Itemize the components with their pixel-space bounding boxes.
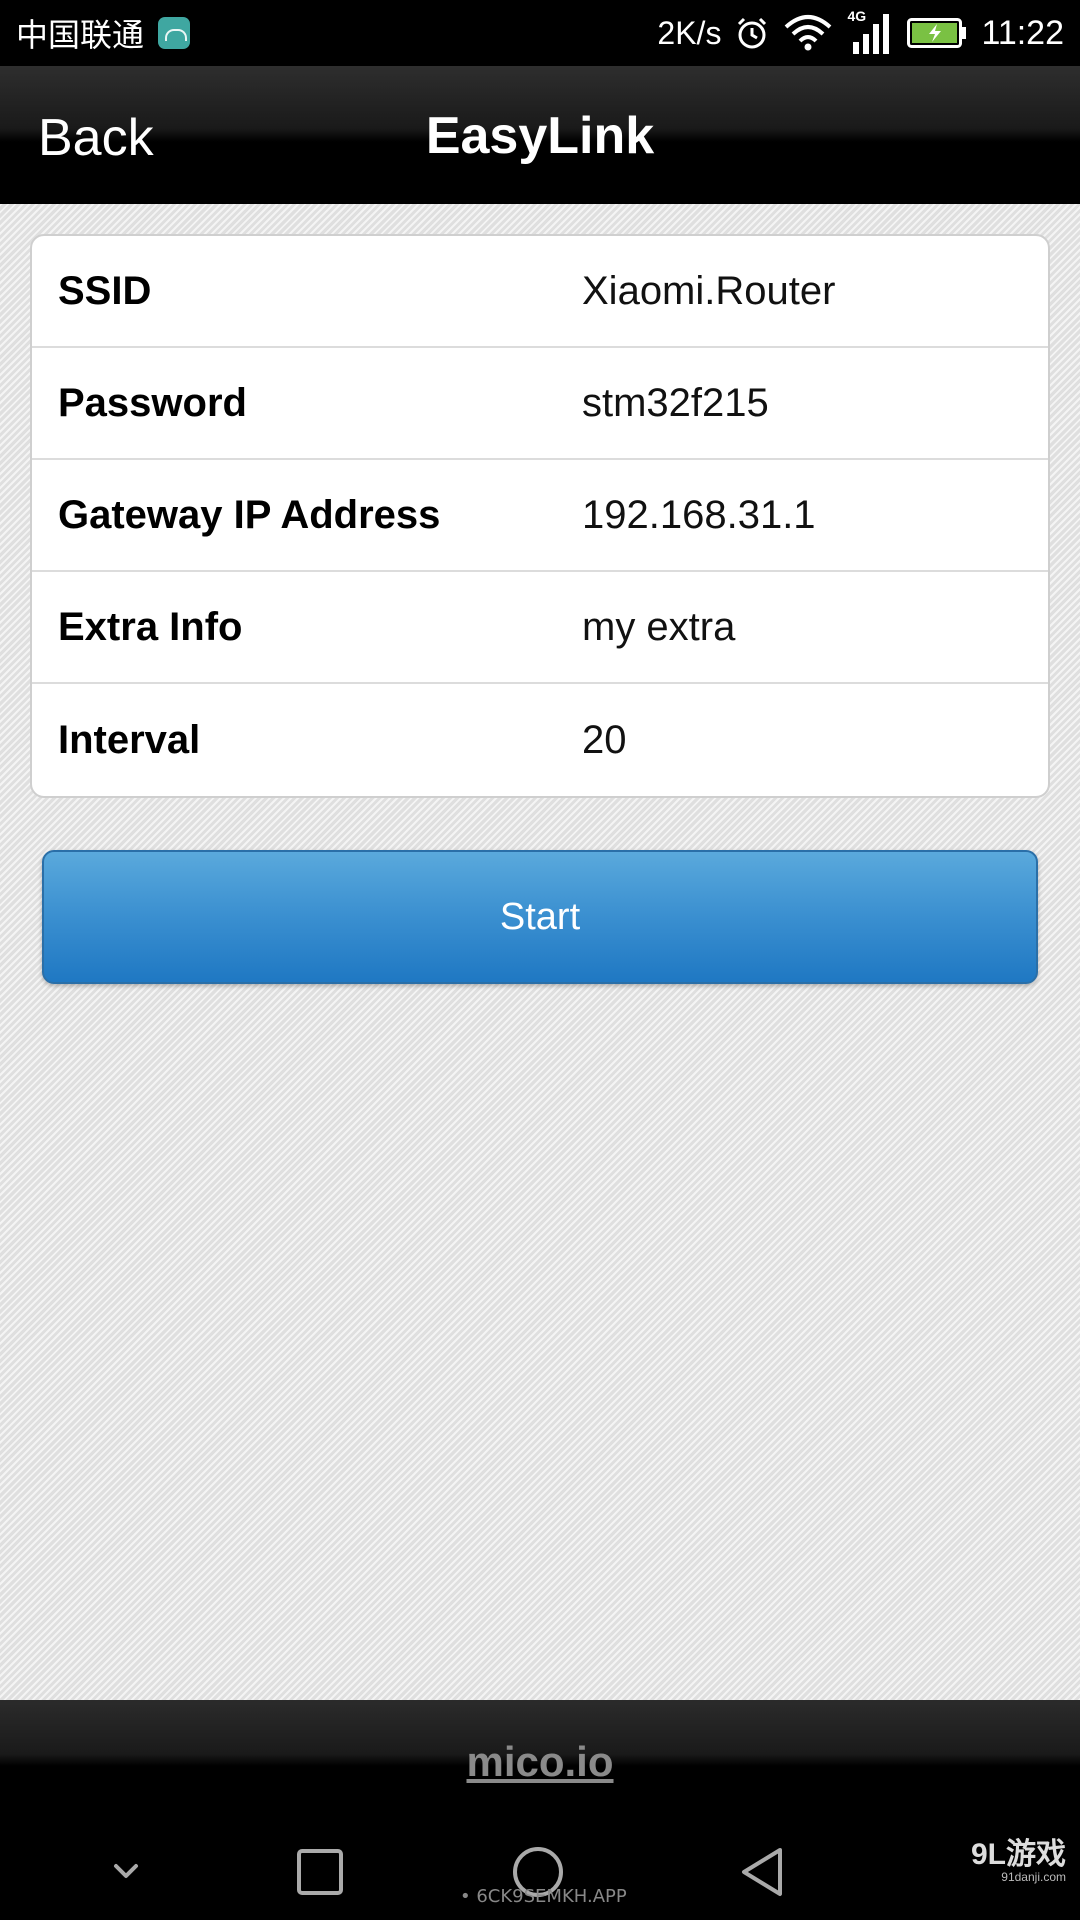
battery-charging-icon	[907, 18, 967, 48]
network-type-label: 4G	[847, 8, 867, 24]
row-password[interactable]: Password stm32f215	[32, 348, 1048, 460]
watermark-text: • 6CK9SEMKH.APP	[460, 1886, 627, 1907]
alarm-clock-icon	[738, 17, 767, 49]
mico-link[interactable]: mico.io	[466, 1738, 613, 1786]
logo-subtext: 91danji.com	[1001, 1870, 1066, 1884]
navigation-bar: Back EasyLink	[0, 66, 1080, 204]
footer-bar: mico.io	[0, 1700, 1080, 1820]
extra-info-value[interactable]: my extra	[582, 605, 735, 650]
row-label: Interval	[58, 717, 201, 762]
row-label: SSID	[58, 268, 152, 313]
back-triangle-icon[interactable]	[734, 1844, 790, 1900]
row-interval[interactable]: Interval 20	[32, 684, 1048, 796]
content-area: SSID Xiaomi.Router Password stm32f215 Ga…	[0, 204, 1080, 1700]
gateway-ip-value[interactable]: 192.168.31.1	[582, 493, 816, 538]
cellular-signal-icon: 4G	[847, 8, 893, 54]
row-label: Password	[58, 380, 247, 425]
site-logo: 9L游戏 91danji.com	[970, 1838, 1066, 1885]
row-label: Gateway IP Address	[58, 492, 441, 537]
wifi-icon	[785, 15, 832, 51]
interval-value[interactable]: 20	[582, 718, 627, 763]
password-value[interactable]: stm32f215	[582, 381, 769, 426]
carrier-name: 中国联通	[16, 17, 145, 53]
row-gateway-ip[interactable]: Gateway IP Address 192.168.31.1	[32, 460, 1048, 572]
row-extra-info[interactable]: Extra Info my extra	[32, 572, 1048, 684]
page-title: EasyLink	[425, 107, 655, 165]
status-time: 11:22	[981, 13, 1064, 52]
start-button[interactable]: Start	[42, 850, 1038, 984]
status-bar: 中国联通 2K/s 4G 11:22	[0, 0, 1080, 66]
settings-table: SSID Xiaomi.Router Password stm32f215 Ga…	[30, 234, 1050, 798]
ssid-value[interactable]: Xiaomi.Router	[582, 269, 835, 314]
network-speed: 2K/s	[657, 14, 722, 51]
recents-square-icon[interactable]	[292, 1844, 348, 1900]
collapse-chevron-icon[interactable]	[98, 1844, 154, 1900]
row-ssid[interactable]: SSID Xiaomi.Router	[32, 236, 1048, 348]
android-notification-icon	[158, 17, 191, 49]
logo-text: 9L游戏	[970, 1838, 1066, 1871]
row-label: Extra Info	[58, 604, 243, 649]
